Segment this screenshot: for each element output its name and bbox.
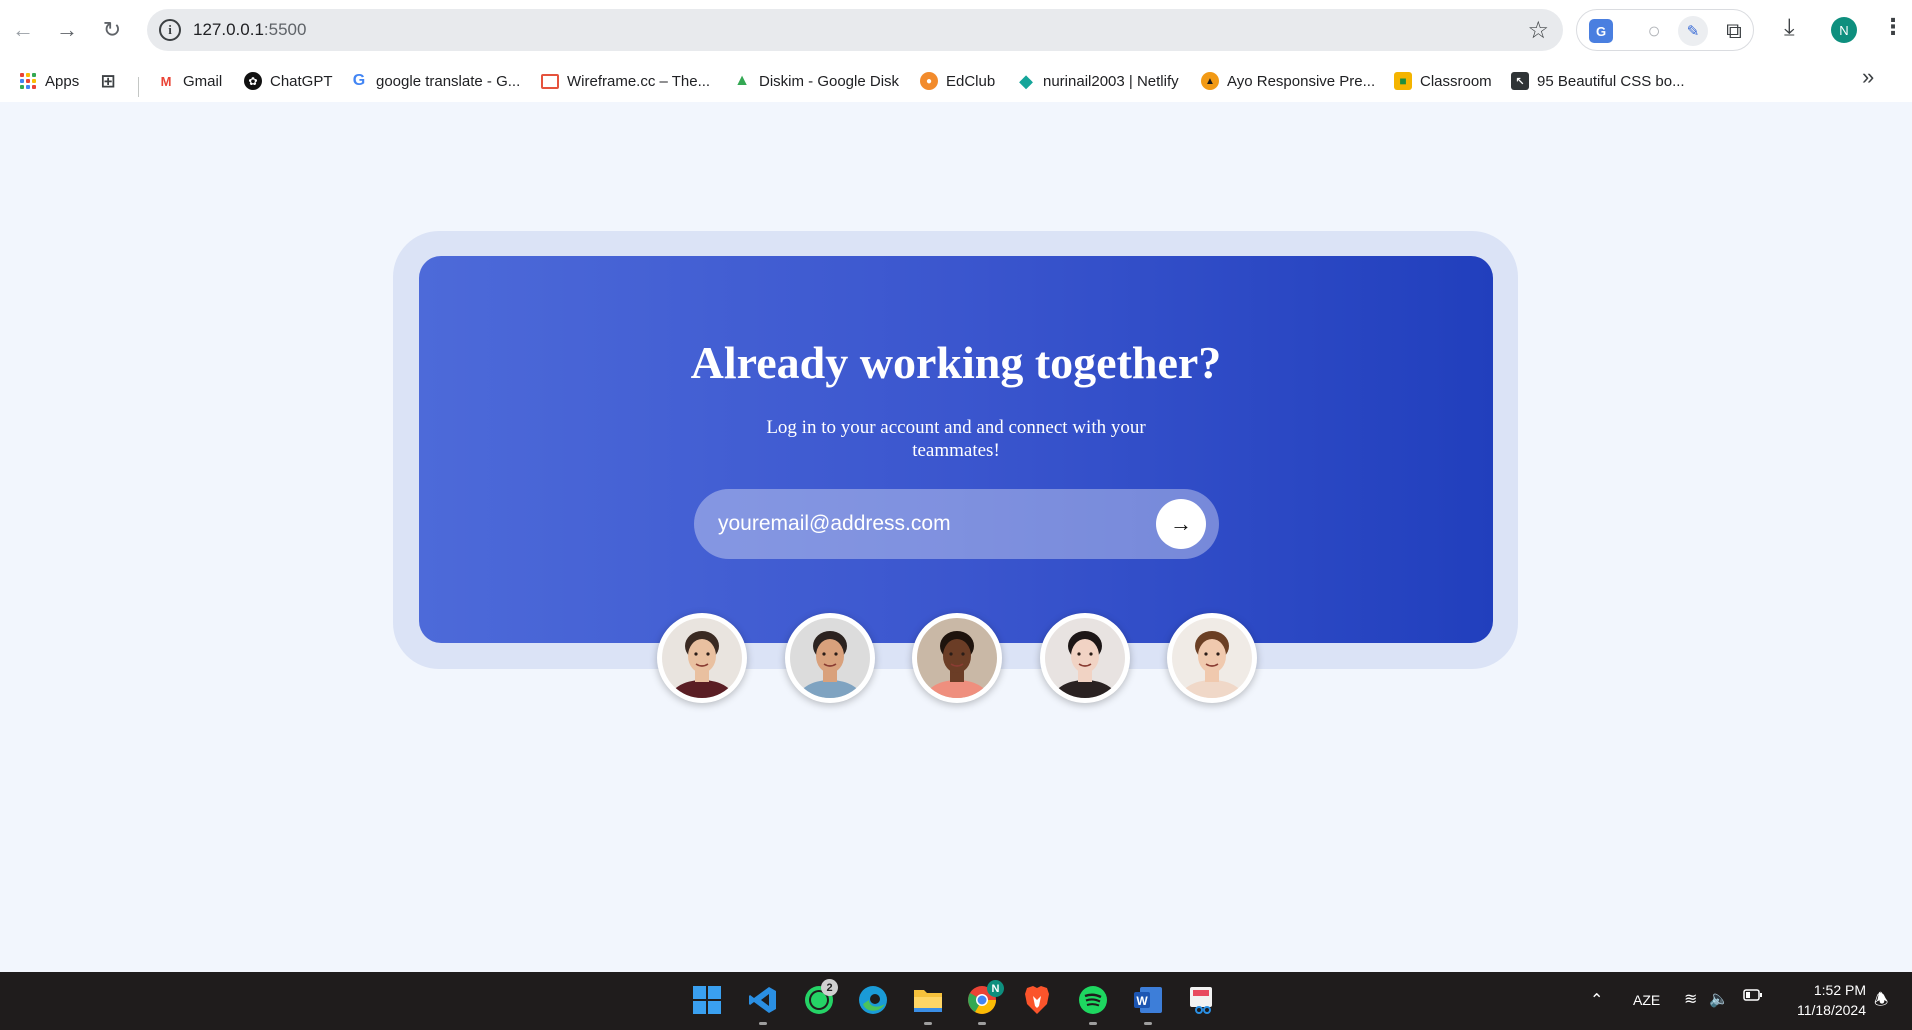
bookmarks-bar: Apps ⊞ M Gmail ✿ ChatGPT G google transl… [0,60,1912,102]
bookmark-gmail[interactable]: M Gmail [157,70,223,92]
browser-toolbar: ← → ↻ i 127.0.0.1:5500 ☆ G ○ ✎ ⧉ ⤓ N ⋮ [0,0,1912,60]
hero-subtitle: Log in to your account and and connect w… [766,417,1146,461]
cookie-extension-icon[interactable]: ○ [1639,16,1669,46]
email-input[interactable] [718,489,1138,559]
avatar-man-beard [657,613,747,703]
brave-icon[interactable] [1019,982,1055,1018]
word-icon[interactable]: W [1130,982,1166,1018]
bookmark-google-translate[interactable]: G google translate - G... [350,70,520,92]
clock-date[interactable]: 11/18/2024 [1784,1002,1866,1018]
bookmark-apps[interactable]: Apps [19,70,79,92]
submit-button[interactable]: → [1156,499,1206,549]
snipping-tool-icon[interactable] [1184,982,1220,1018]
clock-time[interactable]: 1:52 PM [1806,982,1866,998]
bookmark-wireframe[interactable]: Wireframe.cc – The... [541,70,710,92]
reload-icon[interactable]: ↻ [93,11,131,49]
language-indicator[interactable]: AZE [1633,992,1660,1008]
address-bar[interactable]: i 127.0.0.1:5500 ☆ [147,9,1563,51]
hero-title: Already working together? [690,337,1222,388]
avatar-woman-dark-hair [1039,613,1130,703]
forward-arrow-icon[interactable]: → [48,11,86,49]
apps-grid-icon [19,72,37,90]
spotify-icon[interactable] [1075,982,1111,1018]
extensions-group: G ○ ✎ ⧉ [1576,9,1754,51]
back-arrow-icon[interactable]: ← [4,11,42,49]
whatsapp-badge: 2 [821,979,838,996]
edge-icon[interactable] [855,982,891,1018]
netlify-icon: ◆ [1019,70,1033,91]
bookmark-netlify[interactable]: ◆ nurinail2003 | Netlify [1017,70,1179,92]
google-translate-extension-icon[interactable]: G [1589,19,1613,43]
css-icon: ↖ [1511,72,1529,90]
volume-icon[interactable]: 🔈 [1709,989,1729,1009]
bookmark-ayo[interactable]: ▲ Ayo Responsive Pre... [1201,70,1375,92]
vscode-icon[interactable] [745,982,781,1018]
profile-avatar[interactable]: N [1831,17,1857,43]
avatar-man-smiling [784,613,875,703]
bookmark-css[interactable]: ↖ 95 Beautiful CSS bo... [1511,70,1685,92]
bookmark-star-icon[interactable]: ☆ [1527,16,1549,45]
ayo-icon: ▲ [1201,72,1219,90]
address-url[interactable]: 127.0.0.1:5500 [193,20,306,40]
download-icon[interactable]: ⤓ [1784,14,1795,42]
avatar-woman-smiling [1167,613,1257,703]
edclub-icon: ● [920,72,938,90]
extensions-puzzle-icon[interactable]: ⧉ [1719,16,1749,46]
windows-start-icon[interactable] [689,982,725,1018]
file-explorer-icon[interactable] [910,982,946,1018]
wifi-icon[interactable]: ≋ [1684,989,1697,1009]
gmail-icon: M [160,73,172,89]
bookmarks-divider [138,77,139,97]
svg-text:W: W [1136,994,1148,1008]
bookmark-chatgpt[interactable]: ✿ ChatGPT [244,70,333,92]
site-info-icon[interactable]: i [159,19,181,41]
chrome-profile-badge: N [987,980,1004,997]
bookmark-edclub[interactable]: ● EdClub [920,70,995,92]
google-drive-icon: ▲ [734,72,750,89]
avatar-girl-child [912,613,1002,703]
bookmark-classroom[interactable]: ■ Classroom [1394,70,1492,92]
email-form: → [694,489,1219,559]
notification-bell-icon[interactable]: 🕭 [1874,989,1888,1016]
google-icon: G [352,72,366,89]
windows-taskbar: 2 N W ⌃ AZE ≋ 🔈 1:52 PM 11/18/2024 🕭 [0,972,1912,1030]
bookmark-google-drive[interactable]: ▲ Diskim - Google Disk [733,70,899,92]
browser-menu-icon[interactable]: ⋮ [1882,14,1904,40]
arrow-right-icon: → [1170,511,1192,536]
classroom-icon: ■ [1394,72,1412,90]
show-hidden-icons-chevron-icon[interactable]: ⌃ [1590,990,1603,1010]
wireframe-icon [541,73,559,89]
pen-extension-icon[interactable]: ✎ [1678,16,1708,46]
more-bookmarks-icon[interactable]: » [1862,64,1874,90]
chatgpt-icon: ✿ [244,72,262,90]
tab-groups-icon[interactable]: ⊞ [99,70,117,92]
battery-icon[interactable] [1743,988,1763,1007]
